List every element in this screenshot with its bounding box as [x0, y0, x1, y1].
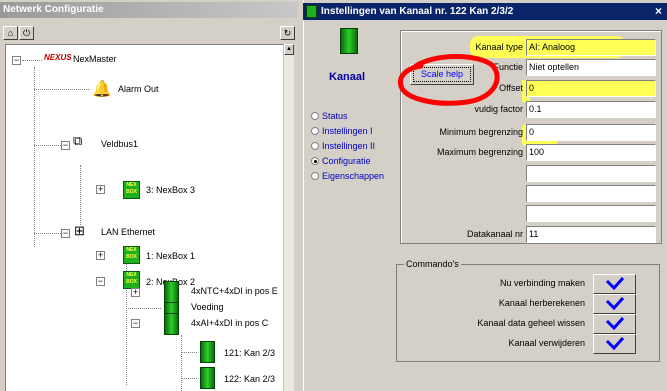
checkmark-icon	[605, 296, 625, 311]
expand-icon[interactable]: +	[96, 185, 105, 194]
tree-item-4xntc[interactable]: 4xNTC+4xDI in pos E	[191, 286, 278, 296]
collapse-icon[interactable]: −	[61, 141, 70, 150]
collapse-icon[interactable]: −	[12, 56, 21, 65]
bell-icon: 🔔	[92, 81, 112, 98]
channel-icon	[200, 367, 215, 389]
network-config-pane: Netwerk Configuratie ⌂ ⏻ ↻ − NEXUS NexMa…	[0, 0, 300, 391]
kanaal-herberekenen-button[interactable]	[593, 294, 636, 314]
functie-field[interactable]: Niet optellen	[526, 59, 656, 76]
tree-item-veldbus1[interactable]: Veldbus1	[101, 139, 138, 149]
tree-item-nexmaster[interactable]: NexMaster	[73, 54, 117, 64]
commandos-title: Commando's	[404, 259, 461, 269]
tree-item-4xai[interactable]: 4xAI+4xDI in pos C	[191, 318, 268, 328]
nexbox-icon: NEX BOX	[123, 246, 140, 264]
collapse-icon[interactable]: −	[96, 277, 105, 286]
label-datakanaal: Datakanaal nr	[466, 229, 523, 239]
kanaal-verwijderen-button[interactable]	[593, 334, 636, 354]
radio-eigenschappen[interactable]: Eigenschappen	[311, 171, 384, 181]
channel-icon-large	[340, 28, 358, 54]
label-kanaal-type: Kanaal type	[475, 42, 523, 52]
checkmark-icon	[605, 276, 625, 291]
tree-item-nexbox-1[interactable]: 1: NexBox 1	[146, 251, 195, 261]
module-icon	[164, 281, 179, 303]
cmd-label-verwijderen: Kanaal verwijderen	[508, 338, 585, 348]
expand-icon[interactable]: +	[131, 288, 140, 297]
cmd-label-herberekenen: Kanaal herberekenen	[498, 298, 585, 308]
folder-icon[interactable]: ⌂	[3, 26, 18, 40]
tree-item-lan-ethernet[interactable]: LAN Ethernet	[101, 227, 155, 237]
collapse-icon[interactable]: −	[131, 319, 140, 328]
tree-item-nexbox-3[interactable]: 3: NexBox 3	[146, 185, 195, 195]
empty-field-3[interactable]	[526, 205, 656, 222]
maximum-field[interactable]: 100	[526, 144, 656, 161]
collapse-icon[interactable]: −	[61, 229, 70, 238]
refresh-icon[interactable]: ↻	[280, 26, 295, 40]
power-icon[interactable]: ⏻	[19, 26, 34, 40]
kanaal-data-wissen-button[interactable]	[593, 314, 636, 334]
checkmark-icon	[605, 316, 625, 331]
label-minimum: Minimum begrenzing	[439, 127, 523, 137]
kanaal-type-field[interactable]: AI: Analoog	[526, 39, 656, 56]
module-icon	[164, 313, 179, 335]
pane-title: Netwerk Configuratie	[0, 2, 298, 18]
tree-scrollbar[interactable]: ▲	[283, 44, 294, 391]
cmd-label-wissen: Kanaal data geheel wissen	[477, 318, 585, 328]
datakanaal-field[interactable]: 11	[526, 226, 656, 243]
tree-item-alarm-out[interactable]: Alarm Out	[118, 84, 159, 94]
checkmark-icon	[605, 336, 625, 351]
network-icon: ⊞	[74, 223, 85, 238]
fieldbus-icon: ⧉	[73, 133, 83, 148]
tree-item-voeding[interactable]: Voeding	[191, 302, 224, 312]
nexbox-icon: NEX BOX	[123, 181, 140, 199]
tree-item-channel-122[interactable]: 122: Kan 2/3	[224, 374, 275, 384]
nu-verbinding-maken-button[interactable]	[593, 274, 636, 294]
radio-status[interactable]: Status	[311, 111, 348, 121]
cmd-label-verbinding: Nu verbinding maken	[499, 278, 585, 288]
empty-field-2[interactable]	[526, 185, 656, 202]
network-tree[interactable]: − NEXUS NexMaster 🔔 Alarm Out − ⧉ Veldbu…	[5, 44, 293, 391]
nexus-logo: NEXUS	[44, 53, 72, 62]
radio-instellingen-2[interactable]: Instellingen II	[311, 141, 375, 151]
red-circle-annotation	[397, 54, 500, 106]
channel-icon	[200, 341, 215, 363]
close-icon[interactable]: ×	[655, 4, 662, 18]
label-maximum: Maximum begrenzing	[436, 147, 523, 157]
tree-item-channel-121[interactable]: 121: Kan 2/3	[224, 348, 275, 358]
offset-field[interactable]: 0	[526, 80, 656, 97]
empty-field-1[interactable]	[526, 165, 656, 182]
expand-icon[interactable]: +	[96, 251, 105, 260]
radio-configuratie[interactable]: Configuratie	[311, 156, 371, 166]
kanaal-heading: Kanaal	[329, 71, 366, 83]
radio-instellingen-1[interactable]: Instellingen I	[311, 126, 373, 136]
channel-small-icon	[306, 5, 317, 18]
factor-field[interactable]: 0.1	[526, 101, 656, 118]
minimum-field[interactable]: 0	[526, 124, 656, 141]
scroll-up-icon[interactable]: ▲	[284, 44, 294, 55]
window-title: Instellingen van Kanaal nr. 122 Kan 2/3/…	[303, 3, 667, 20]
